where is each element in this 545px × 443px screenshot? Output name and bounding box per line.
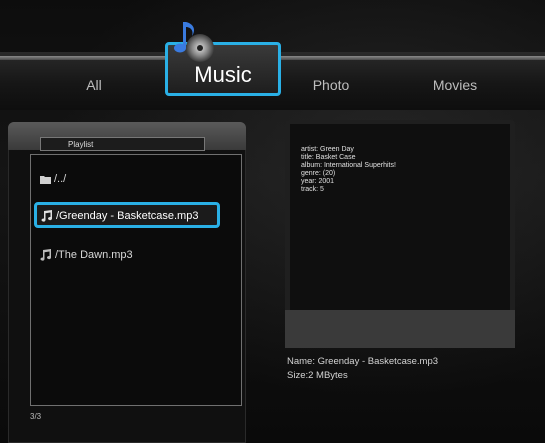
list-item-label: /The Dawn.mp3 bbox=[55, 249, 133, 261]
list-item-parent-folder[interactable]: /../ bbox=[40, 168, 66, 190]
folder-icon bbox=[40, 175, 51, 184]
list-item-label: /../ bbox=[54, 173, 67, 185]
page-count: 3/3 bbox=[30, 412, 42, 421]
track-text: track: 5 bbox=[301, 186, 324, 193]
music-note-icon bbox=[41, 210, 53, 222]
playlist-list bbox=[30, 154, 242, 406]
list-item-label: /Greenday - Basketcase.mp3 bbox=[56, 210, 199, 222]
playlist-title: Playlist bbox=[40, 137, 205, 151]
tab-all[interactable]: All bbox=[64, 72, 124, 98]
tab-movies[interactable]: Movies bbox=[415, 72, 495, 98]
title-text: title: Basket Case bbox=[301, 154, 356, 161]
year-text: year: 2001 bbox=[301, 178, 335, 185]
media-player-screen: All Music Photo Movies Playlist /../ /Gr… bbox=[0, 0, 545, 443]
file-name-text: Name: Greenday - Basketcase.mp3 bbox=[287, 356, 439, 367]
music-category-icon bbox=[174, 22, 214, 62]
album-text: album: International Superhits! bbox=[301, 162, 396, 169]
info-footer-bar bbox=[285, 310, 515, 348]
genre-text: genre: (20) bbox=[301, 170, 336, 177]
music-note-icon bbox=[40, 249, 52, 261]
tab-photo[interactable]: Photo bbox=[296, 72, 366, 98]
list-item-song[interactable]: /The Dawn.mp3 bbox=[40, 244, 133, 266]
file-size-text: Size:2 MBytes bbox=[287, 370, 348, 381]
list-item-selected-song[interactable]: /Greenday - Basketcase.mp3 bbox=[34, 202, 220, 228]
artist-text: artist: Green Day bbox=[301, 146, 354, 153]
